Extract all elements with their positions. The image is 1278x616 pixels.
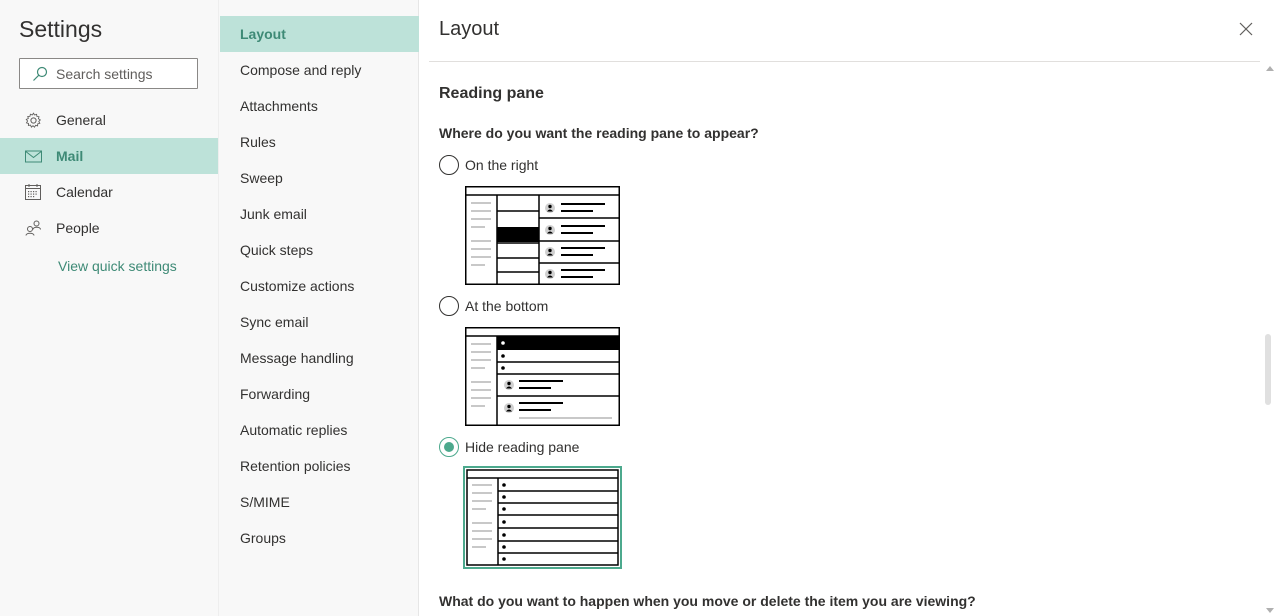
subnav-item-layout[interactable]: Layout <box>220 16 419 52</box>
nav-item-label: General <box>56 112 106 128</box>
reading-pane-bottom-preview[interactable] <box>465 327 620 426</box>
radio-circle[interactable] <box>439 155 459 175</box>
scroll-down-arrow[interactable] <box>1266 608 1274 613</box>
subnav-item-sweep[interactable]: Sweep <box>220 160 419 196</box>
subnav-item-forwarding[interactable]: Forwarding <box>220 376 419 412</box>
page-title: Layout <box>439 18 500 40</box>
nav-item-label: People <box>56 220 100 236</box>
subnav-item-retention-policies[interactable]: Retention policies <box>220 448 419 484</box>
view-quick-settings-link[interactable]: View quick settings <box>58 258 177 274</box>
radio-label: At the bottom <box>465 298 549 314</box>
scroll-up-arrow[interactable] <box>1266 66 1274 71</box>
section-title-reading-pane: Reading pane <box>439 85 544 102</box>
radio-circle-checked[interactable] <box>439 437 459 457</box>
search-icon <box>33 66 48 81</box>
close-button[interactable] <box>1236 19 1256 39</box>
header-divider <box>429 61 1260 62</box>
radio-label: On the right <box>465 157 539 173</box>
subnav-item-smime[interactable]: S/MIME <box>220 484 419 520</box>
close-icon <box>1239 22 1253 36</box>
radio-hide-reading-pane[interactable]: Hide reading pane <box>439 437 579 457</box>
subnav-item-rules[interactable]: Rules <box>220 124 419 160</box>
subnav-item-automatic-replies[interactable]: Automatic replies <box>220 412 419 448</box>
search-input[interactable] <box>56 65 186 82</box>
subnav-item-compose-and-reply[interactable]: Compose and reply <box>220 52 419 88</box>
nav-item-label: Calendar <box>56 184 113 200</box>
nav-item-calendar[interactable]: Calendar <box>0 174 218 210</box>
scrollbar-thumb[interactable] <box>1265 334 1271 405</box>
mail-subnav: Layout Compose and reply Attachments Rul… <box>218 0 419 616</box>
move-delete-question: What do you want to happen when you move… <box>439 593 976 609</box>
subnav-item-junk-email[interactable]: Junk email <box>220 196 419 232</box>
subnav-item-groups[interactable]: Groups <box>220 520 419 556</box>
radio-on-the-right[interactable]: On the right <box>439 155 538 175</box>
calendar-icon <box>24 184 42 200</box>
nav-item-mail[interactable]: Mail <box>0 138 218 174</box>
subnav-item-attachments[interactable]: Attachments <box>220 88 419 124</box>
settings-window: Settings General <box>0 0 1278 616</box>
reading-pane-right-preview[interactable] <box>465 186 620 285</box>
subnav-item-message-handling[interactable]: Message handling <box>220 340 419 376</box>
people-icon <box>24 220 42 236</box>
nav-item-label: Mail <box>56 148 84 164</box>
radio-label: Hide reading pane <box>465 439 580 455</box>
nav-item-people[interactable]: People <box>0 210 218 246</box>
radio-at-the-bottom[interactable]: At the bottom <box>439 296 548 316</box>
reading-pane-hidden-preview[interactable] <box>463 466 622 569</box>
radio-circle[interactable] <box>439 296 459 316</box>
reading-pane-question: Where do you want the reading pane to ap… <box>439 125 759 141</box>
subnav-item-quick-steps[interactable]: Quick steps <box>220 232 419 268</box>
settings-nav: Settings General <box>0 0 218 616</box>
gear-icon <box>24 111 42 128</box>
subnav-item-customize-actions[interactable]: Customize actions <box>220 268 419 304</box>
nav-item-general[interactable]: General <box>0 102 218 138</box>
layout-settings-pane: Layout Reading pane Where do you want th… <box>419 0 1278 616</box>
subnav-item-sync-email[interactable]: Sync email <box>220 304 419 340</box>
search-settings-box[interactable] <box>19 58 198 89</box>
settings-title: Settings <box>19 16 103 42</box>
mail-icon <box>24 148 42 164</box>
